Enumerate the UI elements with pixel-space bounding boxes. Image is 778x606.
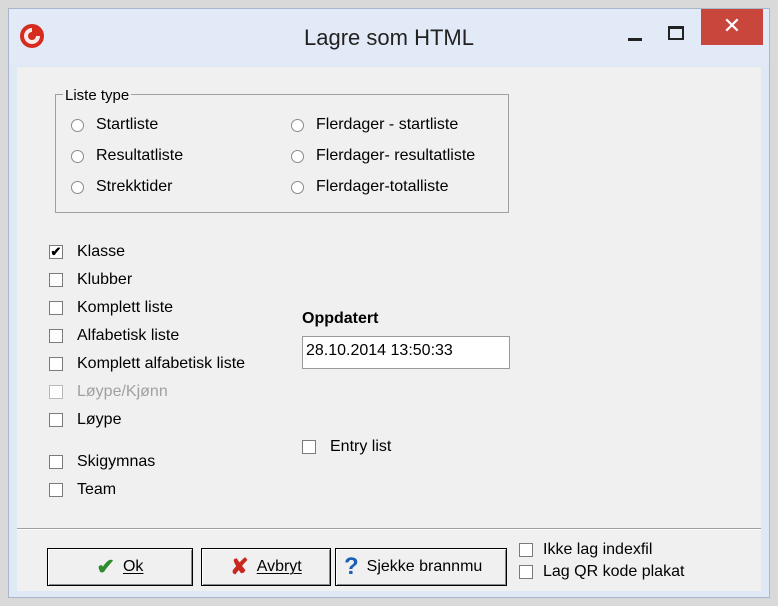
checkbox-icon: [49, 413, 63, 427]
question-icon: ?: [344, 553, 359, 580]
checkbox-team[interactable]: Team: [49, 480, 116, 500]
checkbox-icon: [49, 301, 63, 315]
list-type-legend: Liste type: [63, 87, 132, 104]
cross-icon: ✘: [230, 554, 249, 579]
checkbox-klasse[interactable]: ✔ Klasse: [49, 242, 125, 262]
checkmark-icon: ✔: [49, 244, 63, 259]
radio-flerdager-totalliste[interactable]: Flerdager-totalliste: [291, 177, 449, 197]
window-title: Lagre som HTML: [304, 25, 474, 50]
radio-circle-icon: [71, 180, 84, 194]
radio-circle-icon: [291, 180, 304, 194]
radio-resultatliste[interactable]: Resultatliste: [71, 146, 183, 166]
minimize-button[interactable]: [617, 19, 653, 49]
checkbox-loype[interactable]: Løype: [49, 410, 121, 430]
check-icon: ✔: [96, 554, 115, 579]
maximize-button[interactable]: [657, 19, 693, 49]
ok-button[interactable]: ✔ Ok: [47, 548, 193, 586]
radio-startliste[interactable]: Startliste: [71, 115, 158, 135]
radio-circle-icon: [291, 118, 304, 132]
oppdatert-label: Oppdatert: [302, 310, 379, 327]
close-button[interactable]: ✕: [701, 9, 763, 45]
radio-circle-icon: [71, 149, 84, 163]
check-firewall-button[interactable]: ? Sjekke brannmu: [335, 548, 507, 586]
dialog-body: Liste type Startliste Resultatliste Stre…: [17, 67, 761, 591]
checkbox-icon: [519, 543, 533, 557]
checkbox-lag-qr-kode[interactable]: Lag QR kode plakat: [519, 562, 684, 582]
checkbox-alfabetisk-liste[interactable]: Alfabetisk liste: [49, 326, 179, 346]
checkbox-icon: [49, 455, 63, 469]
checkbox-entry-list[interactable]: Entry list: [302, 437, 391, 457]
checkbox-loype-kjonn: Løype/Kjønn: [49, 382, 168, 402]
checkbox-icon: [519, 565, 533, 579]
checkbox-komplett-alfabetisk-liste[interactable]: Komplett alfabetisk liste: [49, 354, 245, 374]
oppdatert-field[interactable]: 28.10.2014 13:50:33: [302, 336, 510, 369]
checkbox-icon: [49, 357, 63, 371]
radio-circle-icon: [71, 118, 84, 132]
checkbox-komplett-liste[interactable]: Komplett liste: [49, 298, 173, 318]
title-bar: Lagre som HTML ✕: [9, 9, 769, 65]
footer-separator: [17, 528, 761, 530]
checkbox-icon: [302, 440, 316, 454]
checkbox-icon: [49, 329, 63, 343]
radio-circle-icon: [291, 149, 304, 163]
checkbox-icon: [49, 273, 63, 287]
checkbox-skigymnas[interactable]: Skigymnas: [49, 452, 155, 472]
radio-flerdager-startliste[interactable]: Flerdager - startliste: [291, 115, 458, 135]
radio-flerdager-resultatliste[interactable]: Flerdager- resultatliste: [291, 146, 475, 166]
dialog-window: Lagre som HTML ✕ Liste type Startliste R…: [8, 8, 770, 598]
checkbox-icon: [49, 483, 63, 497]
cancel-button[interactable]: ✘ Avbryt: [201, 548, 331, 586]
close-icon: ✕: [722, 13, 742, 38]
checkbox-icon: [49, 385, 63, 399]
checkbox-klubber[interactable]: Klubber: [49, 270, 132, 290]
checkbox-ikke-lag-indexfil[interactable]: Ikke lag indexfil: [519, 540, 652, 560]
radio-strekktider[interactable]: Strekktider: [71, 177, 172, 197]
